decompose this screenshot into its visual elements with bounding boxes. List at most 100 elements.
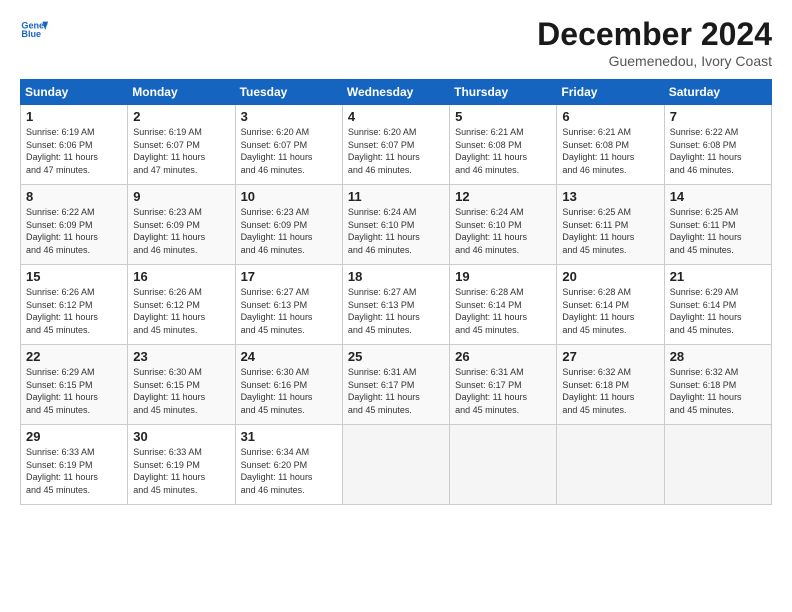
day-number: 13: [562, 189, 658, 204]
calendar-cell: 4 Sunrise: 6:20 AM Sunset: 6:07 PM Daylig…: [342, 105, 449, 185]
calendar-cell: 19Sunrise: 6:28 AM Sunset: 6:14 PM Dayli…: [450, 265, 557, 345]
day-number: 20: [562, 269, 658, 284]
calendar-cell: [664, 425, 771, 505]
calendar-cell: 3 Sunrise: 6:20 AM Sunset: 6:07 PM Daylig…: [235, 105, 342, 185]
calendar-cell: 26Sunrise: 6:31 AM Sunset: 6:17 PM Dayli…: [450, 345, 557, 425]
day-info: Sunrise: 6:25 AM Sunset: 6:11 PM Dayligh…: [562, 206, 658, 256]
calendar-cell: 1Sunrise: 6:19 AM Sunset: 6:06 PM Daylig…: [21, 105, 128, 185]
calendar-cell: 18 Sunrise: 6:27 AM Sunset: 6:13 PM Dayli…: [342, 265, 449, 345]
calendar-cell: 16 Sunrise: 6:26 AM Sunset: 6:12 PM Dayli…: [128, 265, 235, 345]
calendar-cell: 20Sunrise: 6:28 AM Sunset: 6:14 PM Dayli…: [557, 265, 664, 345]
calendar-cell: [557, 425, 664, 505]
calendar-cell: 31 Sunrise: 6:34 AM Sunset: 6:20 PM Dayli…: [235, 425, 342, 505]
calendar-cell: 7Sunrise: 6:22 AM Sunset: 6:08 PM Daylig…: [664, 105, 771, 185]
calendar-cell: 9 Sunrise: 6:23 AM Sunset: 6:09 PM Daylig…: [128, 185, 235, 265]
day-info: Sunrise: 6:22 AM Sunset: 6:08 PM Dayligh…: [670, 126, 766, 176]
svg-text:Blue: Blue: [21, 29, 41, 39]
day-info: Sunrise: 6:20 AM Sunset: 6:07 PM Dayligh…: [348, 126, 444, 176]
day-number: 31: [241, 429, 337, 444]
day-info: Sunrise: 6:22 AM Sunset: 6:09 PM Dayligh…: [26, 206, 122, 256]
calendar-cell: 5 Sunrise: 6:21 AM Sunset: 6:08 PM Daylig…: [450, 105, 557, 185]
month-title: December 2024: [537, 16, 772, 53]
calendar-cell: 8 Sunrise: 6:22 AM Sunset: 6:09 PM Daylig…: [21, 185, 128, 265]
calendar-cell: 15Sunrise: 6:26 AM Sunset: 6:12 PM Dayli…: [21, 265, 128, 345]
calendar-cell: 14 Sunrise: 6:25 AM Sunset: 6:11 PM Dayli…: [664, 185, 771, 265]
calendar-cell: 27Sunrise: 6:32 AM Sunset: 6:18 PM Dayli…: [557, 345, 664, 425]
calendar-cell: 17 Sunrise: 6:27 AM Sunset: 6:13 PM Dayli…: [235, 265, 342, 345]
day-number: 9: [133, 189, 229, 204]
day-number: 17: [241, 269, 337, 284]
day-info: Sunrise: 6:19 AM Sunset: 6:07 PM Dayligh…: [133, 126, 229, 176]
calendar-week-1: 1Sunrise: 6:19 AM Sunset: 6:06 PM Daylig…: [21, 105, 772, 185]
day-number: 28: [670, 349, 766, 364]
day-info: Sunrise: 6:27 AM Sunset: 6:13 PM Dayligh…: [348, 286, 444, 336]
calendar-cell: 23Sunrise: 6:30 AM Sunset: 6:15 PM Dayli…: [128, 345, 235, 425]
day-info: Sunrise: 6:30 AM Sunset: 6:15 PM Dayligh…: [133, 366, 229, 416]
calendar-cell: 11 Sunrise: 6:24 AM Sunset: 6:10 PM Dayli…: [342, 185, 449, 265]
calendar-week-5: 29Sunrise: 6:33 AM Sunset: 6:19 PM Dayli…: [21, 425, 772, 505]
day-info: Sunrise: 6:26 AM Sunset: 6:12 PM Dayligh…: [26, 286, 122, 336]
day-number: 27: [562, 349, 658, 364]
title-section: December 2024 Guemenedou, Ivory Coast: [537, 16, 772, 69]
day-number: 24: [241, 349, 337, 364]
day-info: Sunrise: 6:25 AM Sunset: 6:11 PM Dayligh…: [670, 206, 766, 256]
day-info: Sunrise: 6:30 AM Sunset: 6:16 PM Dayligh…: [241, 366, 337, 416]
calendar-cell: 12 Sunrise: 6:24 AM Sunset: 6:10 PM Dayli…: [450, 185, 557, 265]
calendar-week-3: 15Sunrise: 6:26 AM Sunset: 6:12 PM Dayli…: [21, 265, 772, 345]
day-number: 16: [133, 269, 229, 284]
col-saturday: Saturday: [664, 80, 771, 105]
day-number: 11: [348, 189, 444, 204]
col-wednesday: Wednesday: [342, 80, 449, 105]
logo-icon: General Blue: [20, 16, 48, 44]
calendar-week-2: 8 Sunrise: 6:22 AM Sunset: 6:09 PM Daylig…: [21, 185, 772, 265]
day-number: 19: [455, 269, 551, 284]
calendar-cell: 22Sunrise: 6:29 AM Sunset: 6:15 PM Dayli…: [21, 345, 128, 425]
day-info: Sunrise: 6:33 AM Sunset: 6:19 PM Dayligh…: [133, 446, 229, 496]
day-number: 12: [455, 189, 551, 204]
calendar-cell: 21Sunrise: 6:29 AM Sunset: 6:14 PM Dayli…: [664, 265, 771, 345]
day-info: Sunrise: 6:33 AM Sunset: 6:19 PM Dayligh…: [26, 446, 122, 496]
day-number: 10: [241, 189, 337, 204]
col-friday: Friday: [557, 80, 664, 105]
day-info: Sunrise: 6:20 AM Sunset: 6:07 PM Dayligh…: [241, 126, 337, 176]
day-info: Sunrise: 6:29 AM Sunset: 6:15 PM Dayligh…: [26, 366, 122, 416]
day-info: Sunrise: 6:24 AM Sunset: 6:10 PM Dayligh…: [455, 206, 551, 256]
calendar-cell: 6Sunrise: 6:21 AM Sunset: 6:08 PM Daylig…: [557, 105, 664, 185]
day-info: Sunrise: 6:21 AM Sunset: 6:08 PM Dayligh…: [562, 126, 658, 176]
day-number: 21: [670, 269, 766, 284]
day-info: Sunrise: 6:32 AM Sunset: 6:18 PM Dayligh…: [670, 366, 766, 416]
day-info: Sunrise: 6:21 AM Sunset: 6:08 PM Dayligh…: [455, 126, 551, 176]
day-info: Sunrise: 6:24 AM Sunset: 6:10 PM Dayligh…: [348, 206, 444, 256]
col-thursday: Thursday: [450, 80, 557, 105]
day-info: Sunrise: 6:27 AM Sunset: 6:13 PM Dayligh…: [241, 286, 337, 336]
calendar-cell: 10 Sunrise: 6:23 AM Sunset: 6:09 PM Dayli…: [235, 185, 342, 265]
calendar-cell: 30 Sunrise: 6:33 AM Sunset: 6:19 PM Dayli…: [128, 425, 235, 505]
calendar-cell: 2 Sunrise: 6:19 AM Sunset: 6:07 PM Daylig…: [128, 105, 235, 185]
day-info: Sunrise: 6:26 AM Sunset: 6:12 PM Dayligh…: [133, 286, 229, 336]
day-number: 30: [133, 429, 229, 444]
calendar-table: Sunday Monday Tuesday Wednesday Thursday…: [20, 79, 772, 505]
header-row: Sunday Monday Tuesday Wednesday Thursday…: [21, 80, 772, 105]
calendar-cell: 28 Sunrise: 6:32 AM Sunset: 6:18 PM Dayli…: [664, 345, 771, 425]
day-number: 8: [26, 189, 122, 204]
day-info: Sunrise: 6:31 AM Sunset: 6:17 PM Dayligh…: [348, 366, 444, 416]
day-info: Sunrise: 6:31 AM Sunset: 6:17 PM Dayligh…: [455, 366, 551, 416]
day-number: 3: [241, 109, 337, 124]
col-sunday: Sunday: [21, 80, 128, 105]
day-number: 14: [670, 189, 766, 204]
col-tuesday: Tuesday: [235, 80, 342, 105]
calendar-cell: 13 Sunrise: 6:25 AM Sunset: 6:11 PM Dayli…: [557, 185, 664, 265]
day-number: 2: [133, 109, 229, 124]
day-number: 4: [348, 109, 444, 124]
day-info: Sunrise: 6:19 AM Sunset: 6:06 PM Dayligh…: [26, 126, 122, 176]
calendar-cell: [450, 425, 557, 505]
day-number: 5: [455, 109, 551, 124]
day-info: Sunrise: 6:23 AM Sunset: 6:09 PM Dayligh…: [241, 206, 337, 256]
header: General Blue December 2024 Guemenedou, I…: [20, 16, 772, 69]
day-number: 18: [348, 269, 444, 284]
location: Guemenedou, Ivory Coast: [537, 53, 772, 69]
calendar-cell: 25Sunrise: 6:31 AM Sunset: 6:17 PM Dayli…: [342, 345, 449, 425]
col-monday: Monday: [128, 80, 235, 105]
day-info: Sunrise: 6:23 AM Sunset: 6:09 PM Dayligh…: [133, 206, 229, 256]
day-info: Sunrise: 6:34 AM Sunset: 6:20 PM Dayligh…: [241, 446, 337, 496]
